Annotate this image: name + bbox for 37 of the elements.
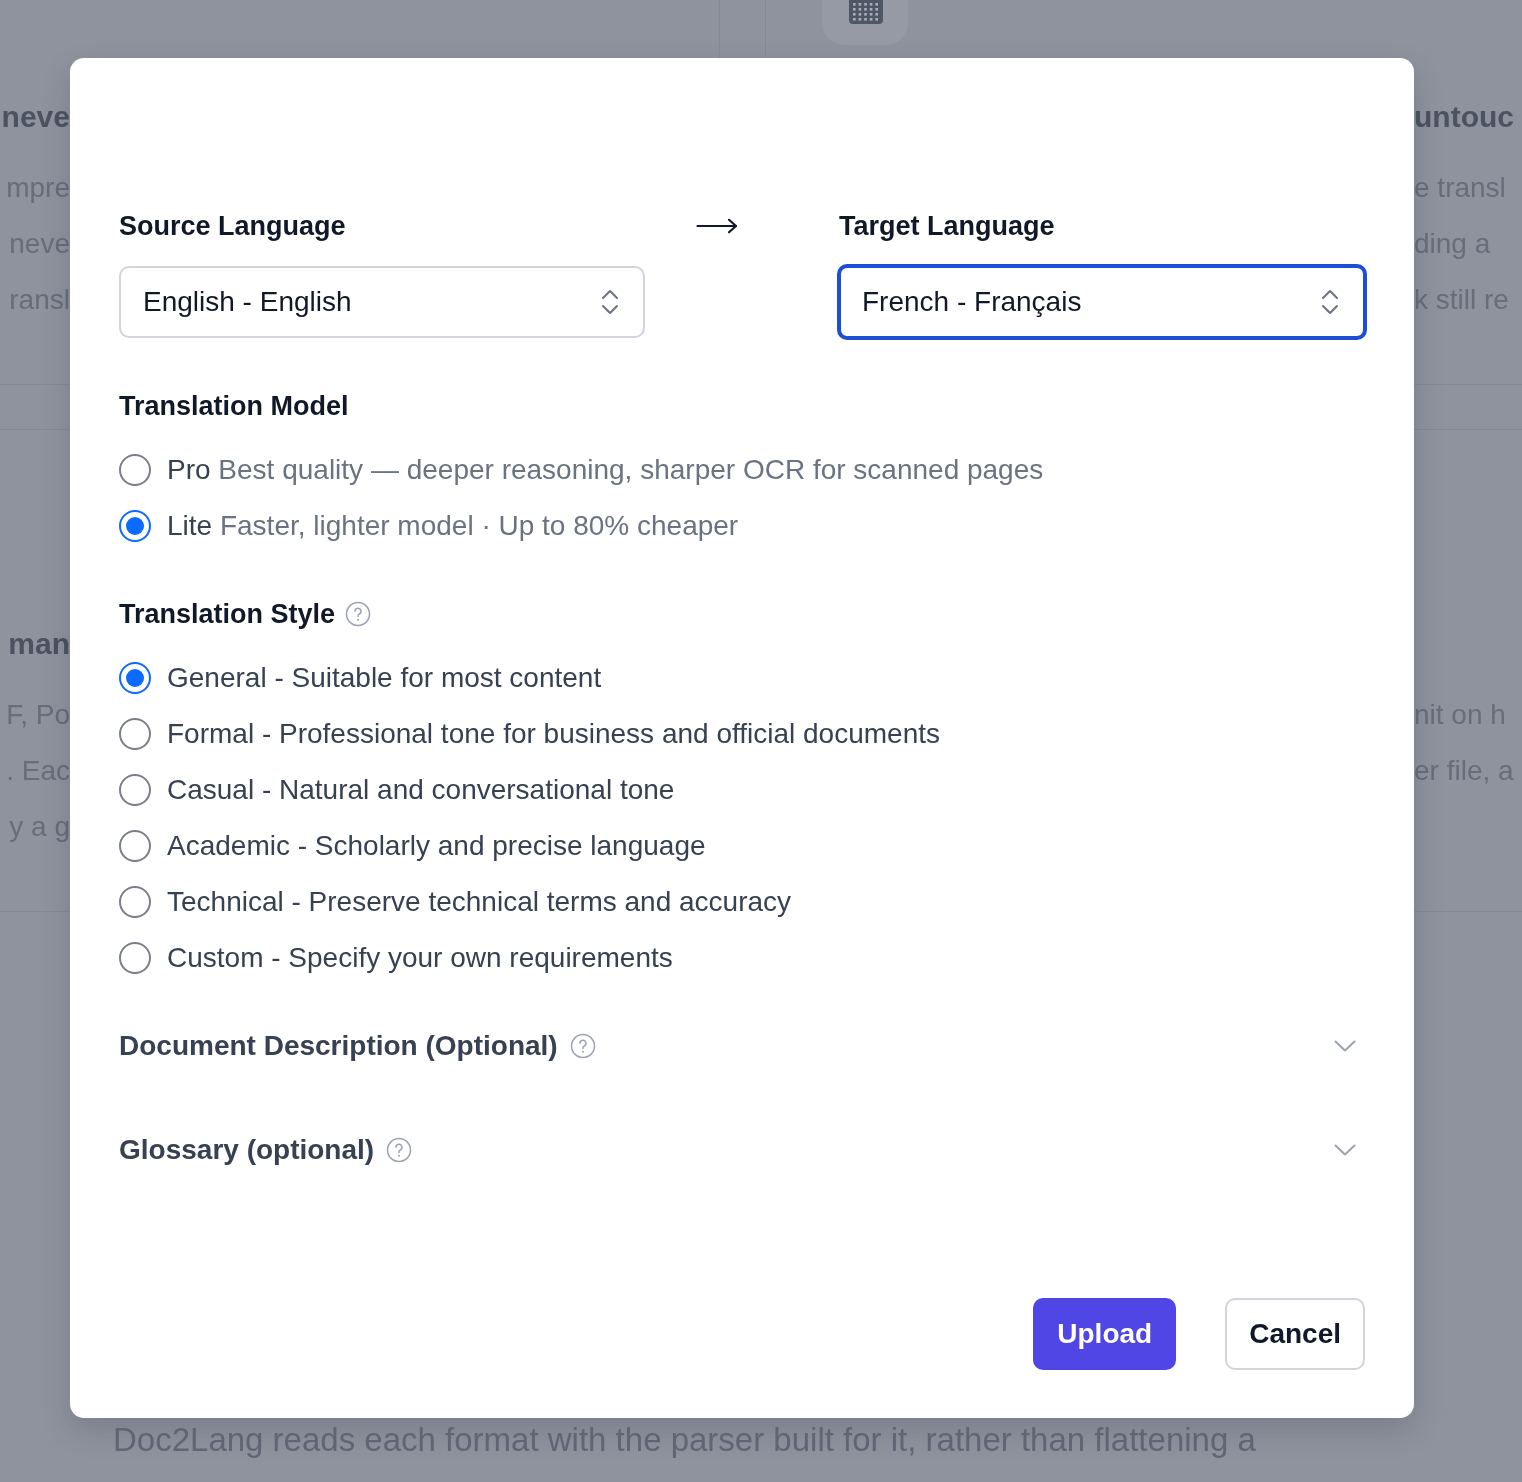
background-heading: neve — [1, 100, 70, 133]
section-heading: Translation Model — [119, 390, 349, 422]
cancel-button[interactable]: Cancel — [1225, 1298, 1365, 1370]
option-label: Lite Faster, lighter model · Up to 80% cheaper — [167, 509, 739, 543]
radio-button[interactable] — [119, 886, 151, 918]
option-label: Custom - Specify your own requirements — [167, 941, 673, 975]
radio-button[interactable] — [119, 454, 151, 486]
option-label: Technical - Preserve technical terms and accuracy — [167, 885, 792, 919]
field-label: Target Language — [839, 210, 1055, 242]
help-icon[interactable] — [345, 601, 372, 627]
option-label: General - Suitable for most content — [167, 661, 602, 695]
section-heading: Translation Style — [119, 598, 336, 630]
chevron-down-icon[interactable] — [1334, 1144, 1356, 1156]
language-select[interactable]: English - English — [119, 266, 645, 338]
radio-button[interactable] — [119, 510, 151, 542]
language-select[interactable]: French - Français — [837, 264, 1367, 340]
help-icon[interactable] — [386, 1137, 413, 1163]
chevron-up-down-icon — [1320, 287, 1340, 317]
option-label: Casual - Natural and conversational tone — [167, 773, 675, 807]
field-label: Source Language — [119, 210, 346, 242]
radio-button[interactable] — [119, 774, 151, 806]
radio-button[interactable] — [119, 830, 151, 862]
chevron-up-down-icon — [600, 287, 620, 317]
radio-button[interactable] — [119, 718, 151, 750]
upload-button[interactable]: Upload — [1033, 1298, 1177, 1370]
option-label: Formal - Professional tone for business and official documents — [167, 717, 940, 751]
radio-button[interactable] — [119, 942, 151, 974]
help-icon[interactable] — [569, 1033, 596, 1059]
radio-button[interactable] — [119, 662, 151, 694]
option-label: Pro Best quality — deeper reasoning, sharper OCR for scanned pages — [167, 453, 1044, 487]
chevron-down-icon[interactable] — [1334, 1040, 1356, 1052]
right-arrow-icon — [696, 218, 738, 234]
background-heading: man — [8, 627, 70, 660]
option-label: Academic - Scholarly and precise language — [167, 829, 706, 863]
background-heading: untouc — [1414, 100, 1514, 133]
section-title: Document Description (Optional) — [119, 1030, 558, 1062]
section-title: Glossary (optional) — [119, 1134, 375, 1166]
